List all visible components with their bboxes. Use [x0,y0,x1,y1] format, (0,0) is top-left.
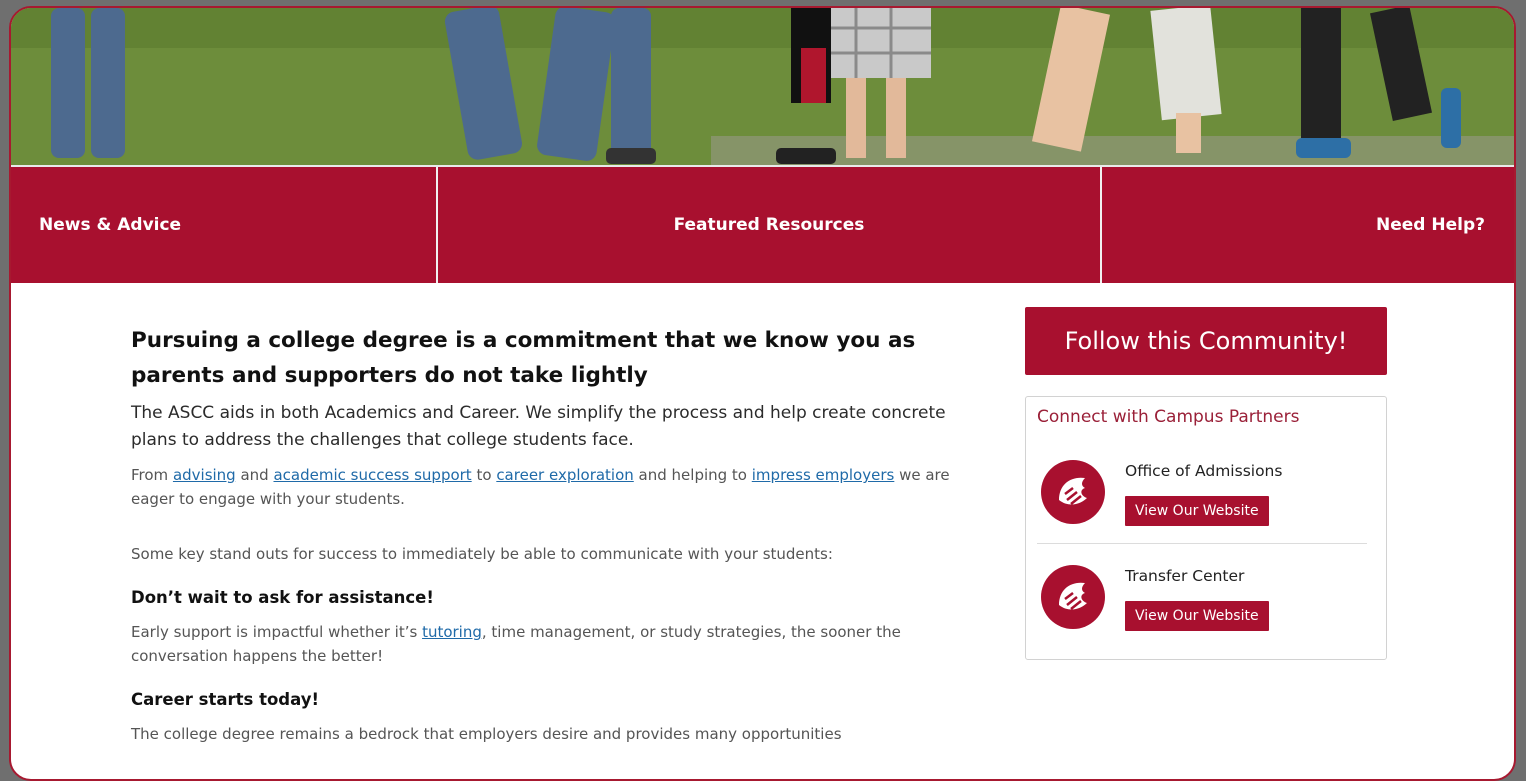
partners-title: Connect with Campus Partners [1037,407,1300,427]
career-exploration-link[interactable]: career exploration [496,466,633,484]
wsu-logo-icon [1041,460,1105,524]
partner-name: Office of Admissions [1125,462,1283,480]
text: From [131,466,173,484]
hero-image [11,8,1514,165]
text: and [235,466,274,484]
section-heading-career: Career starts today! [131,690,320,709]
tab-featured-resources[interactable]: Featured Resources [438,167,1102,283]
main-content: Pursuing a college degree is a commitmen… [131,323,991,746]
section-heading-assistance: Don’t wait to ask for assistance! [131,588,434,607]
page-title: Pursuing a college degree is a commitmen… [131,328,916,388]
partner-item-admissions: Office of Admissions View Our Website [1037,452,1367,544]
assistance-paragraph: Early support is impactful whether it’s … [131,620,991,668]
text: Early support is impactful whether it’s [131,623,423,641]
lead-paragraph: The ASCC aids in both Academics and Care… [131,403,946,450]
tab-need-help[interactable]: Need Help? [1102,167,1514,283]
text: and helping to [633,466,752,484]
hero-illustration [11,8,1514,165]
intro-paragraph: From advising and academic success suppo… [131,463,991,511]
campus-partners-card: Connect with Campus Partners Office of A… [1025,396,1387,660]
advising-link[interactable]: advising [173,466,236,484]
wsu-logo-icon [1041,565,1105,629]
view-website-button[interactable]: View Our Website [1125,496,1269,526]
tab-news-advice[interactable]: News & Advice [11,167,438,283]
cougar-head-icon [1059,477,1087,505]
partner-item-transfer-center: Transfer Center View Our Website [1037,557,1367,649]
tab-bar: News & Advice Featured Resources Need He… [11,165,1514,283]
follow-community-button[interactable]: Follow this Community! [1025,307,1387,375]
tab-label: Need Help? [1376,215,1485,235]
partner-name: Transfer Center [1125,567,1245,585]
tab-label: News & Advice [39,215,182,235]
tab-label: Featured Resources [673,215,865,235]
academic-success-link[interactable]: academic success support [273,466,471,484]
career-paragraph: The college degree remains a bedrock tha… [131,725,842,743]
text: to [471,466,497,484]
view-website-button[interactable]: View Our Website [1125,601,1269,631]
key-standouts-paragraph: Some key stand outs for success to immed… [131,545,833,563]
impress-employers-link[interactable]: impress employers [752,466,895,484]
cougar-head-icon [1059,582,1087,610]
tutoring-link[interactable]: tutoring [422,623,482,641]
